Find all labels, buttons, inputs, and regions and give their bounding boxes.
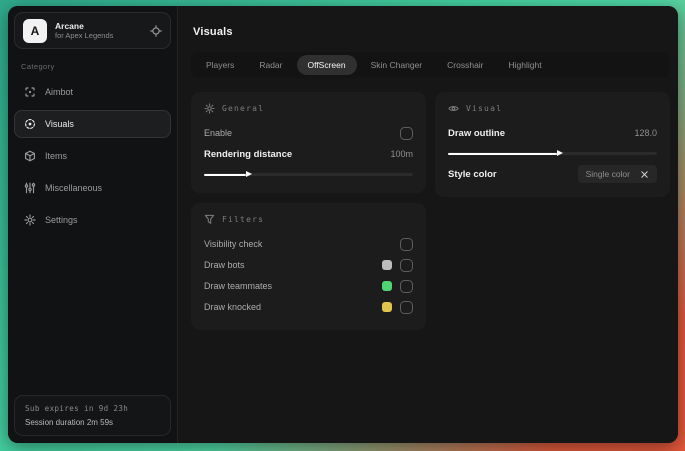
visibility-check-checkbox[interactable] [400,237,413,251]
draw-bots-label: Draw bots [204,260,245,270]
panel-title: Filters [222,215,265,224]
app-logo: A [23,18,47,43]
scan-icon [24,118,36,130]
draw-teammates-color-swatch[interactable] [382,281,392,291]
sidebar-item-label: Miscellaneous [45,183,103,193]
brand-text: Arcane for Apex Legends [55,21,142,41]
sub-expires-text: Sub expires in 9d 23h [25,404,129,413]
page-title: Visuals [193,26,233,38]
box-icon [24,150,36,162]
sidebar-item-miscellaneous[interactable]: Miscellaneous [14,174,171,202]
sidebar-item-visuals[interactable]: Visuals [14,110,171,138]
visibility-check-label: Visibility check [204,239,263,249]
style-color-label: Style color [448,168,497,180]
tab-bar: Players Radar OffScreen Skin Changer Cro… [191,52,670,78]
enable-row: Enable [204,123,413,143]
enable-label: Enable [204,128,233,138]
brand-title: Arcane [55,20,84,31]
draw-outline-value: 128.0 [634,128,657,138]
draw-bots-color-swatch[interactable] [382,260,392,270]
sidebar-item-aimbot[interactable]: Aimbot [14,78,171,106]
sidebar-item-settings[interactable]: Settings [14,206,171,234]
sidebar-item-label: Settings [45,215,78,225]
panel-title: Visual [466,104,503,113]
gear-icon [24,214,36,226]
main-content: Visuals Players Radar OffScreen Skin Cha… [178,6,678,443]
sidebar-item-items[interactable]: Items [14,142,171,170]
category-label: Category [21,62,55,71]
draw-bots-checkbox[interactable] [400,258,413,272]
general-panel-header: General [204,103,413,114]
enable-checkbox[interactable] [400,126,413,140]
right-column: Visual Draw outline 128.0 Style color Si… [435,92,670,197]
filters-panel: Filters Visibility check Draw bots Draw … [191,203,426,330]
sidebar-item-label: Items [45,151,68,161]
draw-knocked-row: Draw knocked [204,297,413,317]
style-color-selected-value: Single color [585,169,630,179]
draw-outline-label: Draw outline [448,127,506,139]
funnel-icon [204,214,215,225]
tab-crosshair[interactable]: Crosshair [436,55,494,75]
style-color-row: Style color Single color [448,164,657,184]
draw-knocked-color-swatch[interactable] [382,302,392,312]
visual-panel: Visual Draw outline 128.0 Style color Si… [435,92,670,197]
eye-icon [448,103,459,114]
draw-teammates-label: Draw teammates [204,281,273,291]
rendering-distance-value: 100m [390,149,413,159]
left-column: General Enable Rendering distance 100m F… [191,92,426,330]
panels-row: General Enable Rendering distance 100m F… [191,92,670,330]
slider-thumb[interactable] [448,149,563,156]
sliders-icon [24,182,36,194]
brand-card: A Arcane for Apex Legends [14,12,171,49]
tab-radar[interactable]: Radar [248,55,293,75]
visibility-check-row: Visibility check [204,234,413,254]
filters-panel-header: Filters [204,214,413,225]
rendering-distance-row: Rendering distance 100m [204,144,413,164]
sidebar: A Arcane for Apex Legends Category Aimbo… [8,6,178,443]
clear-icon[interactable] [640,170,649,179]
app-window: A Arcane for Apex Legends Category Aimbo… [8,6,678,443]
draw-bots-row: Draw bots [204,255,413,275]
draw-knocked-label: Draw knocked [204,302,262,312]
session-duration-text: Session duration 2m 59s [25,418,114,427]
tab-players[interactable]: Players [195,55,245,75]
subscription-info: Sub expires in 9d 23h Session duration 2… [14,395,171,436]
draw-teammates-row: Draw teammates [204,276,413,296]
crosshair-icon [24,86,36,98]
visual-panel-header: Visual [448,103,657,114]
tab-skin-changer[interactable]: Skin Changer [360,55,434,75]
rendering-distance-label: Rendering distance [204,148,293,160]
sidebar-item-label: Aimbot [45,87,74,97]
sidebar-item-label: Visuals [45,119,74,129]
crosshair-icon[interactable] [150,24,162,37]
gear-icon [204,103,215,114]
general-panel: General Enable Rendering distance 100m [191,92,426,193]
panel-title: General [222,104,265,113]
tab-offscreen[interactable]: OffScreen [296,55,357,75]
tab-highlight[interactable]: Highlight [498,55,553,75]
draw-teammates-checkbox[interactable] [400,279,413,293]
draw-outline-slider[interactable] [448,147,657,159]
rendering-distance-slider[interactable] [204,168,413,180]
draw-knocked-checkbox[interactable] [400,300,413,314]
brand-subtitle: for Apex Legends [55,31,114,41]
slider-thumb[interactable] [204,170,252,177]
draw-outline-row: Draw outline 128.0 [448,123,657,143]
style-color-select[interactable]: Single color [577,165,657,183]
